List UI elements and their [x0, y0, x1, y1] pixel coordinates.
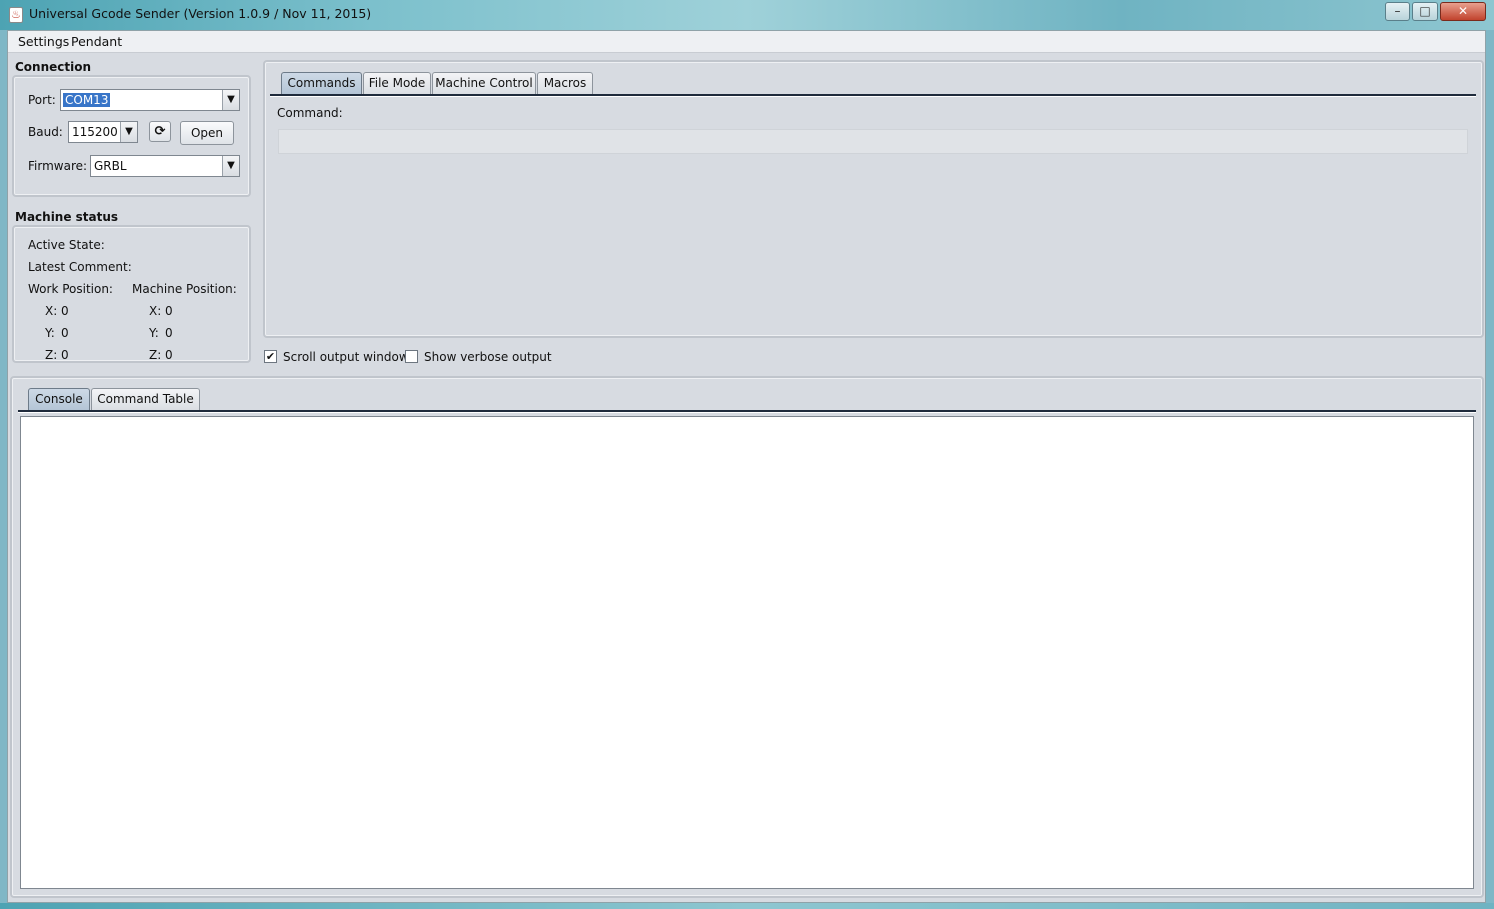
work-y-label: Y:: [45, 326, 55, 340]
tab-file-mode[interactable]: File Mode: [363, 72, 431, 94]
firmware-combo[interactable]: GRBL ▼: [90, 155, 240, 177]
verbose-output-checkbox[interactable]: [405, 350, 418, 363]
connection-title: Connection: [15, 60, 92, 74]
firmware-label: Firmware:: [28, 159, 88, 173]
chevron-down-icon[interactable]: ▼: [222, 90, 239, 110]
commands-panel: [263, 60, 1484, 338]
open-button[interactable]: Open: [180, 121, 234, 145]
baud-label: Baud:: [28, 125, 63, 139]
verbose-output-label[interactable]: Show verbose output: [424, 350, 552, 364]
machine-y-label: Y:: [149, 326, 159, 340]
maximize-button[interactable]: □: [1412, 2, 1438, 21]
window-title: Universal Gcode Sender (Version 1.0.9 / …: [29, 6, 372, 21]
machine-y-value: 0: [165, 326, 173, 340]
minimize-button[interactable]: –: [1385, 2, 1410, 21]
command-input[interactable]: [278, 129, 1468, 154]
machine-status-title: Machine status: [15, 210, 119, 224]
work-x-value: 0: [61, 304, 69, 318]
refresh-icon[interactable]: ⟳: [149, 121, 171, 142]
work-x-label: X:: [45, 304, 58, 318]
baud-combo[interactable]: 115200 ▼: [68, 121, 138, 143]
command-label: Command:: [277, 106, 343, 120]
tab-machine-control[interactable]: Machine Control: [432, 72, 536, 94]
menu-settings[interactable]: Settings: [18, 34, 69, 49]
console-tab-divider: [18, 410, 1476, 413]
machine-position-label: Machine Position:: [132, 282, 237, 296]
chevron-down-icon[interactable]: ▼: [222, 156, 239, 176]
console-output[interactable]: [20, 416, 1474, 889]
scroll-output-label[interactable]: Scroll output window: [283, 350, 409, 364]
tab-divider: [270, 94, 1476, 97]
java-cup-icon[interactable]: ♨: [9, 7, 23, 23]
work-position-label: Work Position:: [28, 282, 113, 296]
tab-macros[interactable]: Macros: [537, 72, 593, 94]
work-z-label: Z:: [45, 348, 58, 362]
menu-bar: [8, 31, 1485, 53]
close-button[interactable]: ✕: [1440, 2, 1486, 21]
port-value: COM13: [63, 93, 111, 107]
menu-pendant[interactable]: Pendant: [71, 34, 122, 49]
tab-commands[interactable]: Commands: [281, 72, 362, 94]
scroll-output-checkbox[interactable]: ✔: [264, 350, 277, 363]
work-z-value: 0: [61, 348, 69, 362]
machine-z-value: 0: [165, 348, 173, 362]
latest-comment-label: Latest Comment:: [28, 260, 132, 274]
baud-value: 115200: [72, 125, 118, 139]
machine-x-value: 0: [165, 304, 173, 318]
tab-console[interactable]: Console: [28, 388, 90, 410]
chevron-down-icon[interactable]: ▼: [120, 122, 137, 142]
window-bottom-border: [0, 903, 1494, 909]
work-y-value: 0: [61, 326, 69, 340]
machine-x-label: X:: [149, 304, 162, 318]
firmware-value: GRBL: [94, 159, 127, 173]
machine-z-label: Z:: [149, 348, 162, 362]
active-state-label: Active State:: [28, 238, 105, 252]
tab-command-table[interactable]: Command Table: [91, 388, 200, 410]
port-combo[interactable]: COM13 ▼: [60, 89, 240, 111]
port-label: Port:: [28, 93, 56, 107]
